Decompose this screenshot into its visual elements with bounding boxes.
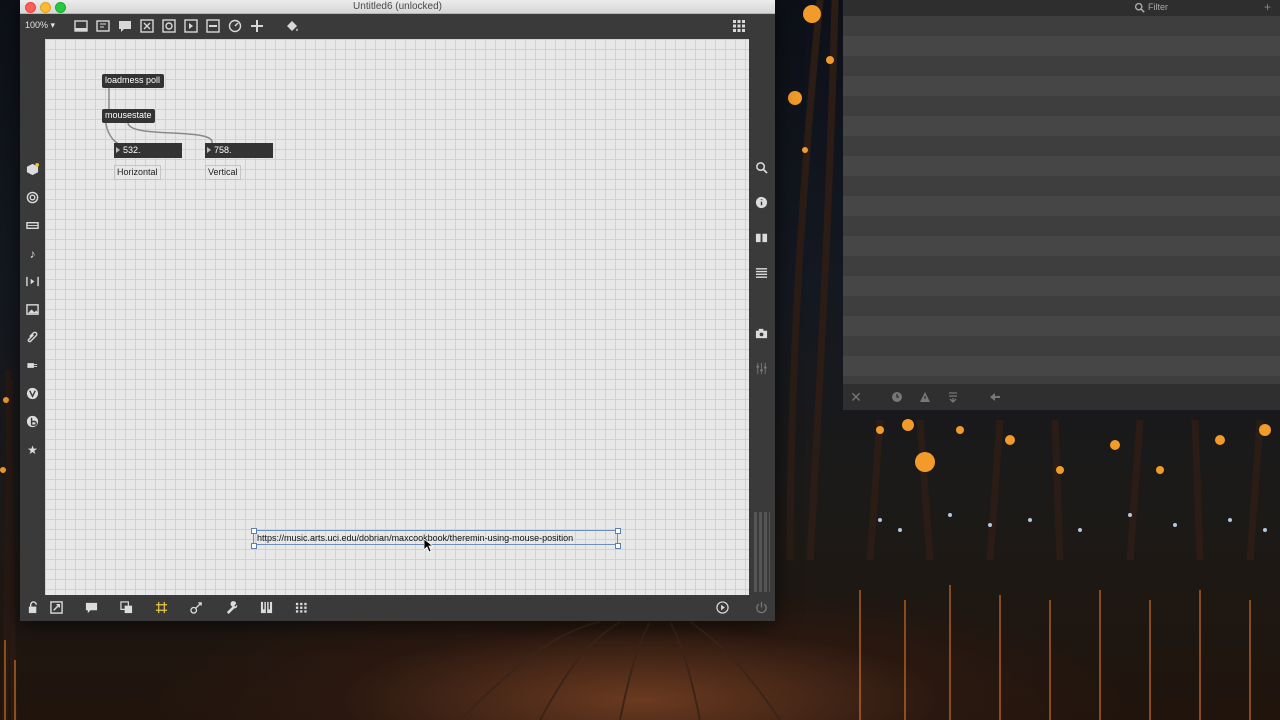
piano-keys-icon[interactable] [258, 600, 274, 616]
clock-icon[interactable] [891, 391, 903, 403]
new-dial-icon[interactable] [227, 18, 243, 34]
add-icon[interactable]: + [1264, 0, 1271, 14]
selection-handle[interactable] [615, 543, 621, 549]
selection-handle[interactable] [615, 528, 621, 534]
max-console-panel: Filter + ✕ [843, 0, 1280, 410]
number-horizontal-value: 532. [123, 145, 141, 155]
keyboard-icon[interactable] [20, 217, 45, 235]
mixer-icon[interactable] [749, 360, 774, 378]
arrow-left-icon[interactable] [989, 391, 1001, 403]
paperclip-icon[interactable] [20, 329, 45, 347]
camera-icon[interactable] [749, 325, 774, 343]
music-note-icon[interactable]: ♪ [20, 245, 45, 263]
info-icon[interactable] [749, 194, 774, 212]
new-toggle-icon[interactable] [161, 18, 177, 34]
number-box-vertical[interactable]: 758. [205, 143, 273, 158]
right-sidebar [749, 39, 775, 595]
mouse-cursor-icon [424, 539, 434, 553]
url-text: https://music.arts.uci.edu/dobrian/maxco… [257, 533, 574, 543]
console-filter-input[interactable]: Filter [1148, 2, 1168, 12]
new-comment-icon[interactable] [117, 18, 133, 34]
number-box-horizontal[interactable]: 532. [114, 143, 182, 158]
patcher-canvas[interactable]: loadmess poll mousestate 532. 758. Horiz… [45, 39, 749, 595]
package-icon[interactable] [20, 161, 45, 179]
loadmess-object[interactable]: loadmess poll [102, 74, 164, 88]
comment-vertical[interactable]: Vertical [205, 165, 241, 180]
presentation-mode-icon[interactable] [48, 600, 64, 616]
comment-bubble-icon[interactable] [83, 600, 99, 616]
left-sidebar: ♪ ★ [20, 39, 45, 595]
console-message-list[interactable] [843, 16, 1280, 384]
new-button-icon[interactable] [139, 18, 155, 34]
play-audio-icon[interactable] [714, 600, 730, 616]
new-message-icon[interactable] [95, 18, 111, 34]
patcher-window: Untitled6 (unlocked) 100% ▾ ♪ ★ loadmess… [20, 0, 775, 621]
loadmess-label: loadmess poll [105, 75, 161, 85]
mousestate-object[interactable]: mousestate [102, 109, 155, 123]
number-triangle-icon [207, 147, 211, 153]
target-icon[interactable] [20, 189, 45, 207]
url-comment-selected[interactable]: https://music.arts.uci.edu/dobrian/maxco… [253, 530, 618, 545]
grid-icon[interactable] [153, 600, 169, 616]
search-icon [1134, 2, 1145, 13]
vizzie-icon[interactable] [20, 385, 45, 403]
zoom-select[interactable]: 100% ▾ [25, 20, 55, 31]
lock-icon[interactable] [25, 600, 41, 616]
selection-handle[interactable] [251, 543, 257, 549]
number-triangle-icon [116, 147, 120, 153]
debug-grid-icon[interactable] [293, 600, 309, 616]
new-slider-icon[interactable] [205, 18, 221, 34]
reference-book-icon[interactable] [749, 229, 774, 247]
level-meter [754, 512, 770, 592]
scroll-down-icon[interactable] [947, 391, 959, 403]
selection-handle[interactable] [251, 528, 257, 534]
bottom-toolbar [20, 595, 775, 621]
title-bar[interactable]: Untitled6 (unlocked) [20, 0, 775, 14]
warning-icon[interactable] [919, 391, 931, 403]
plus-icon[interactable] [249, 18, 265, 34]
plugin-icon[interactable] [20, 357, 45, 375]
mousestate-label: mousestate [105, 110, 152, 120]
grid-view-icon[interactable] [731, 18, 747, 34]
clear-console-icon[interactable]: ✕ [850, 390, 862, 404]
search-icon[interactable] [749, 159, 774, 177]
image-icon[interactable] [20, 301, 45, 319]
new-object-icon[interactable] [73, 18, 89, 34]
console-header: Filter + [843, 0, 1280, 16]
star-icon[interactable]: ★ [20, 441, 45, 459]
wrench-icon[interactable] [223, 600, 239, 616]
chevron-down-icon: ▾ [50, 20, 56, 30]
layers-icon[interactable] [118, 600, 134, 616]
list-icon[interactable] [749, 264, 774, 282]
comment-horizontal[interactable]: Horizontal [114, 165, 161, 180]
number-vertical-value: 758. [214, 145, 232, 155]
beap-icon[interactable] [20, 413, 45, 431]
step-sequencer-icon[interactable] [20, 273, 45, 291]
zoom-value: 100% [25, 20, 49, 30]
new-number-icon[interactable] [183, 18, 199, 34]
window-title: Untitled6 (unlocked) [353, 1, 442, 12]
paint-bucket-icon[interactable] [284, 18, 300, 34]
top-toolbar: 100% ▾ [20, 14, 775, 39]
snap-icon[interactable] [188, 600, 204, 616]
console-footer: ✕ [843, 384, 1280, 410]
power-icon[interactable] [753, 600, 769, 616]
